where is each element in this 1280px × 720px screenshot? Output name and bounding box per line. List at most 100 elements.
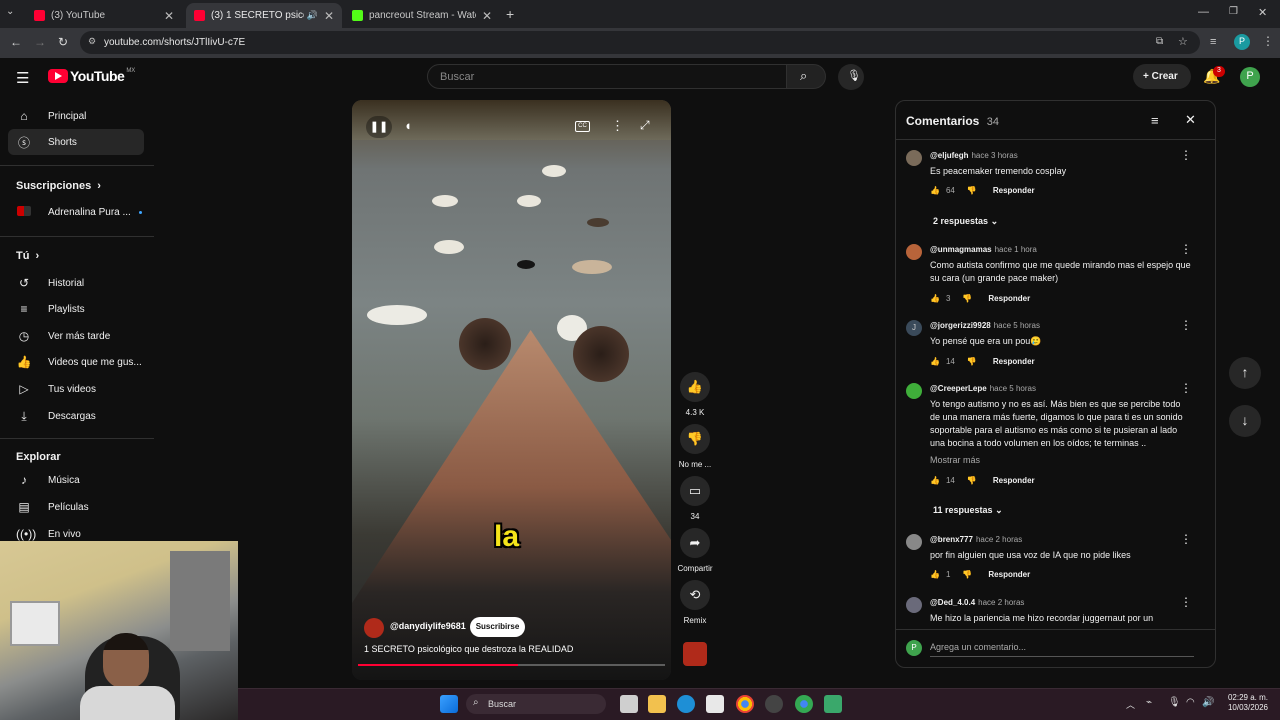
youtube-logo[interactable]: YouTube MX xyxy=(48,68,135,84)
like-action[interactable]: 👍 4.3 K xyxy=(680,372,710,417)
file-explorer-icon[interactable] xyxy=(648,695,666,713)
close-icon[interactable]: ✕ xyxy=(1185,112,1196,128)
search-input[interactable]: Buscar xyxy=(427,64,787,89)
account-avatar[interactable]: P xyxy=(1240,67,1260,87)
fullscreen-icon[interactable]: ⤢ xyxy=(640,118,650,133)
comment-menu-icon[interactable]: ⋮ xyxy=(1180,148,1192,162)
address-bar[interactable]: ⚙ youtube.com/shorts/JTlIivU-c7E ⧉ ☆ xyxy=(80,31,1200,54)
browser-tab-short[interactable]: (3) 1 SECRETO psicológico q 🔊 ✕ xyxy=(186,3,342,28)
close-icon[interactable]: ✕ xyxy=(482,9,492,23)
task-view-icon[interactable] xyxy=(620,695,638,713)
tray-chevron-icon[interactable]: ︿ xyxy=(1126,698,1135,711)
back-icon[interactable]: ← xyxy=(10,35,22,49)
thumbs-up-icon[interactable]: 👍 xyxy=(930,570,940,579)
forward-icon[interactable]: → xyxy=(34,35,46,49)
avatar[interactable] xyxy=(906,244,922,260)
comment-menu-icon[interactable]: ⋮ xyxy=(1180,242,1192,256)
short-title[interactable]: 1 SECRETO psicológico que destroza la RE… xyxy=(364,644,573,654)
sound-thumbnail[interactable] xyxy=(683,642,707,666)
minimize-icon[interactable]: — xyxy=(1198,6,1209,18)
thumbs-down-icon[interactable]: 👎 xyxy=(967,186,977,195)
volume-icon[interactable]: ◖ xyxy=(404,118,412,133)
profile-avatar[interactable]: P xyxy=(1234,34,1250,50)
sidebar-item-shorts[interactable]: ⓢ Shorts xyxy=(8,129,144,155)
create-button[interactable]: + Crear xyxy=(1133,64,1191,89)
sidebar-item-playlists[interactable]: ≡ Playlists xyxy=(8,296,144,322)
thumbs-up-icon[interactable]: 👍 xyxy=(930,357,940,366)
avatar[interactable] xyxy=(906,597,922,613)
microsoft-store-icon[interactable] xyxy=(706,695,724,713)
volume-icon[interactable]: 🔊 xyxy=(1202,697,1214,708)
sidebar-item-musica[interactable]: ♪ Música xyxy=(8,467,144,493)
wifi-icon[interactable]: ◠ xyxy=(1186,697,1195,708)
sidebar-item-subscription[interactable]: Adrenalina Pura ... xyxy=(8,199,144,225)
avatar[interactable] xyxy=(906,383,922,399)
share-action[interactable]: ➦ Compartir xyxy=(677,528,713,573)
maximize-icon[interactable]: ❐ xyxy=(1229,6,1238,17)
pause-icon[interactable]: ❚❚ xyxy=(366,116,392,138)
short-video-player[interactable]: ❚❚ ◖ CC ⋮ ⤢ la @danydiylife9681 Suscribi… xyxy=(352,100,671,680)
browser-tab-stream[interactable]: pancreout Stream - Watch Live ✕ xyxy=(344,3,500,28)
add-comment-input[interactable]: Agrega un comentario... xyxy=(930,642,1026,652)
sidebar-item-liked-videos[interactable]: 👍 Videos que me gus... xyxy=(8,349,144,375)
taskbar-search[interactable]: ⌕ Buscar xyxy=(466,694,606,714)
thumbs-down-icon[interactable]: 👎 xyxy=(967,357,977,366)
speaker-icon[interactable]: 🔊 xyxy=(307,10,318,21)
thumbs-up-icon[interactable]: 👍 xyxy=(930,186,940,195)
channel-name[interactable]: @danydiylife9681 xyxy=(390,621,466,631)
comments-action[interactable]: ▭ 34 xyxy=(680,476,710,521)
subscribe-button[interactable]: Suscribirse xyxy=(470,617,525,637)
replies-toggle[interactable]: 11 respuestas ⌄ xyxy=(933,505,1003,516)
replies-toggle[interactable]: 2 respuestas ⌄ xyxy=(933,216,998,227)
subscriptions-heading[interactable]: Suscripciones › xyxy=(16,180,101,192)
sidebar-item-principal[interactable]: ⌂ Principal xyxy=(8,103,144,129)
sidebar-item-descargas[interactable]: ⤓ Descargas xyxy=(8,403,144,429)
sort-icon[interactable]: ≡ xyxy=(1151,113,1159,128)
close-window-icon[interactable]: ✕ xyxy=(1258,6,1267,19)
thumbs-up-icon[interactable]: 👍 xyxy=(930,476,940,485)
thumbs-down-icon[interactable]: 👎 xyxy=(962,570,972,579)
comment-menu-icon[interactable]: ⋮ xyxy=(1180,381,1192,395)
app-icon[interactable] xyxy=(824,695,842,713)
tab-search-icon[interactable]: ⌄ xyxy=(6,6,14,17)
previous-short-button[interactable]: ↑ xyxy=(1229,357,1261,389)
close-icon[interactable]: ✕ xyxy=(324,9,334,23)
network-icon[interactable]: ⌁ xyxy=(1146,697,1152,708)
hamburger-menu-icon[interactable]: ☰ xyxy=(16,69,29,87)
windows-start-icon[interactable] xyxy=(440,695,458,713)
channel-avatar[interactable] xyxy=(364,618,384,638)
bookmark-star-icon[interactable]: ☆ xyxy=(1178,35,1188,48)
thumbs-up-icon[interactable]: 👍 xyxy=(930,294,940,303)
thumbs-down-icon[interactable]: 👎 xyxy=(967,476,977,485)
reload-icon[interactable]: ↻ xyxy=(58,35,68,49)
avatar[interactable] xyxy=(906,534,922,550)
avatar[interactable] xyxy=(906,150,922,166)
open-in-app-icon[interactable]: ⧉ xyxy=(1156,36,1163,47)
chrome-icon[interactable] xyxy=(736,695,754,713)
progress-bar[interactable] xyxy=(358,664,665,666)
new-tab-icon[interactable]: + xyxy=(506,6,514,22)
close-icon[interactable]: ✕ xyxy=(164,9,174,23)
voice-search-button[interactable]: 🎙 xyxy=(838,64,864,90)
more-options-icon[interactable]: ⋮ xyxy=(611,118,624,134)
thumbs-down-icon[interactable]: 👎 xyxy=(962,294,972,303)
clock[interactable]: 02:29 a. m. 10/03/2026 xyxy=(1222,693,1268,713)
you-heading[interactable]: Tú › xyxy=(16,250,39,262)
edge-browser-icon[interactable] xyxy=(677,695,695,713)
browser-tab-youtube[interactable]: (3) YouTube ✕ xyxy=(26,3,182,28)
chrome-profile-icon[interactable] xyxy=(795,695,813,713)
search-button[interactable]: ⌕ xyxy=(786,64,826,89)
reading-list-icon[interactable]: ≡ xyxy=(1210,36,1216,48)
site-info-icon[interactable]: ⚙ xyxy=(88,36,96,47)
dislike-action[interactable]: 👎 No me ... xyxy=(679,424,711,469)
sidebar-item-ver-mas-tarde[interactable]: ◷ Ver más tarde xyxy=(8,323,144,349)
show-more-link[interactable]: Mostrar más xyxy=(930,455,980,465)
browser-menu-icon[interactable]: ⋮ xyxy=(1262,34,1274,48)
sidebar-item-tus-videos[interactable]: ▷ Tus videos xyxy=(8,376,144,402)
sidebar-item-historial[interactable]: ↺ Historial xyxy=(8,270,144,296)
captions-icon[interactable]: CC xyxy=(575,121,590,132)
comment-menu-icon[interactable]: ⋮ xyxy=(1180,532,1192,546)
next-short-button[interactable]: ↓ xyxy=(1229,405,1261,437)
remix-action[interactable]: ⟲ Remix xyxy=(680,580,710,625)
comment-menu-icon[interactable]: ⋮ xyxy=(1180,318,1192,332)
